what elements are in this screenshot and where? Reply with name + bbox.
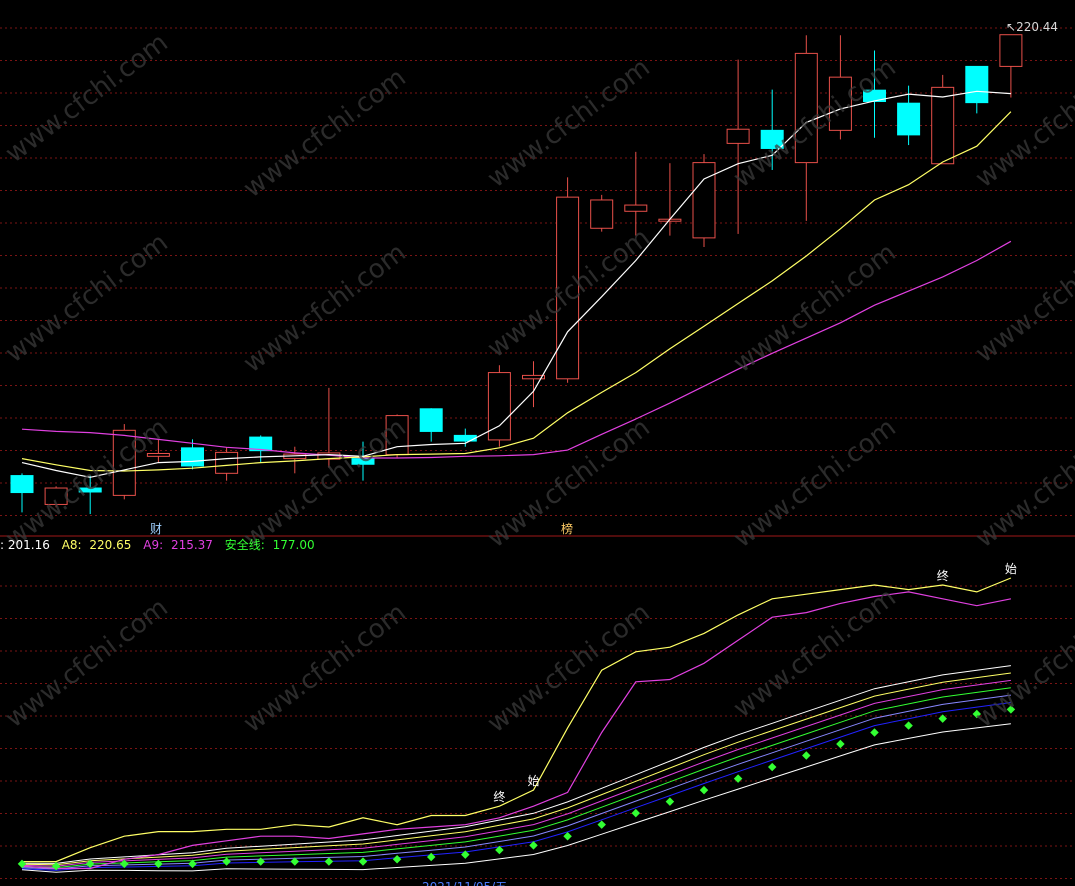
safety-dot xyxy=(358,857,368,866)
signal-label: 始 xyxy=(527,774,540,789)
candle xyxy=(522,361,545,408)
safety-dot xyxy=(870,728,879,737)
candle-body-up xyxy=(590,199,614,229)
candle xyxy=(692,154,716,247)
safety-dot xyxy=(699,785,709,795)
safety-dot xyxy=(836,739,845,749)
safety-dot xyxy=(222,857,231,866)
candle-body-down xyxy=(897,102,921,136)
list-marker: 榜 xyxy=(561,522,574,536)
safety-dot xyxy=(597,820,606,829)
candle xyxy=(726,59,750,234)
candle xyxy=(658,163,682,236)
legend-safety: 安全线: 177.00 xyxy=(224,538,315,552)
finance-marker: 财 xyxy=(150,522,163,536)
candle-body-down xyxy=(419,408,443,432)
stock-chart-window: { "top_price_label": "220.44", "marker_f… xyxy=(0,0,1075,886)
candle xyxy=(215,447,239,481)
safety-dot xyxy=(426,852,436,862)
signal-label: 终 xyxy=(493,790,506,805)
price-arrow-icon: ↖ xyxy=(1006,20,1017,34)
safety-dot xyxy=(904,721,913,730)
candle xyxy=(590,194,614,232)
candle-body-up xyxy=(692,162,716,239)
safety-dot xyxy=(802,751,811,760)
safety-dot xyxy=(324,857,334,866)
candle xyxy=(419,408,443,442)
candle-body-down xyxy=(453,434,477,442)
candle-body-up xyxy=(624,204,648,212)
candle-body-down xyxy=(10,475,34,494)
safety-dot xyxy=(767,762,777,772)
legend-a7: : 201.16 xyxy=(0,538,50,552)
candle-body-down xyxy=(965,65,989,104)
date-cursor-label: 2021/11/05/五 xyxy=(422,878,507,886)
candle-body-down xyxy=(181,447,204,467)
indicator-legend: : 201.16 A8: 220.65 A9: 215.37 安全线: 177.… xyxy=(0,537,323,553)
candle xyxy=(999,34,1023,98)
safety-dot xyxy=(733,774,743,783)
candle xyxy=(487,365,511,447)
last-price-label: ↖220.44 xyxy=(1006,20,1059,34)
safety-dot xyxy=(631,808,641,818)
safety-dot xyxy=(665,797,675,806)
safety-dot xyxy=(256,857,265,866)
candle-body-up xyxy=(726,128,750,144)
candle-body-up xyxy=(215,451,239,474)
safety-dot xyxy=(392,855,402,864)
candle xyxy=(931,74,955,165)
legend-a8: A8: 220.65 xyxy=(61,538,132,552)
candle-body-up xyxy=(999,34,1023,67)
signal-label: 终 xyxy=(936,568,949,583)
signal-label: 始 xyxy=(1004,562,1017,577)
candle-body-up xyxy=(931,86,955,165)
legend-a9: A9: 215.37 xyxy=(143,538,213,552)
fan-line xyxy=(21,702,1011,871)
candle xyxy=(965,65,989,114)
